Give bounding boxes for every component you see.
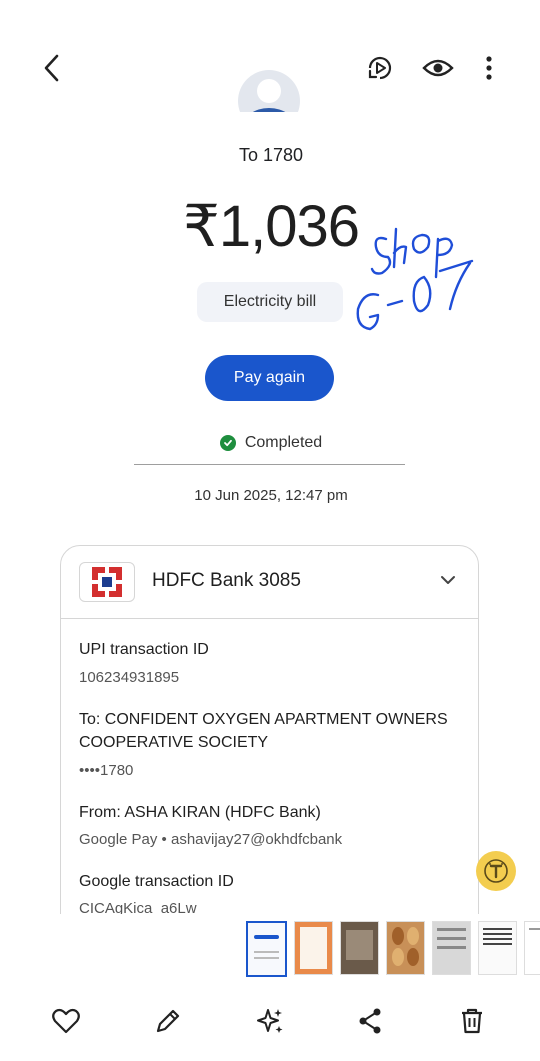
view-button[interactable] <box>420 50 456 86</box>
motion-photo-button[interactable] <box>362 50 398 86</box>
more-vertical-icon <box>486 56 492 80</box>
motion-photo-icon <box>368 56 392 80</box>
chevron-left-icon <box>44 54 59 82</box>
payment-note: Electricity bill <box>197 282 343 322</box>
bank-header[interactable]: HDFC Bank 3085 <box>61 546 478 619</box>
trash-icon <box>462 1008 482 1034</box>
thumbnail-image[interactable] <box>524 921 540 975</box>
divider <box>134 464 405 465</box>
delete-button[interactable] <box>456 1005 488 1037</box>
recipient-label: To 1780 <box>238 145 304 165</box>
upi-id-value: 106234931895 <box>79 669 180 686</box>
favorite-button[interactable] <box>50 1005 82 1037</box>
sparkle-icon <box>257 1009 283 1033</box>
pencil-icon <box>156 1009 180 1033</box>
ai-edit-button[interactable] <box>254 1005 286 1037</box>
status-text: Completed <box>244 434 323 451</box>
thumbnail-image[interactable] <box>478 921 517 975</box>
thumbnail-image[interactable] <box>432 921 471 975</box>
text-extract-button[interactable] <box>476 851 516 891</box>
back-button[interactable] <box>34 50 70 86</box>
thumbnail-image[interactable] <box>294 921 333 975</box>
edit-button[interactable] <box>152 1005 184 1037</box>
bank-details-card: HDFC Bank 3085 UPI transaction ID 106234… <box>60 545 479 914</box>
chevron-down-icon[interactable] <box>440 572 456 590</box>
pay-again-button[interactable]: Pay again <box>205 355 334 401</box>
thumbnail-image[interactable] <box>340 921 379 975</box>
thumbnail-image[interactable] <box>386 921 425 975</box>
text-scan-icon <box>484 859 508 883</box>
more-options-button[interactable] <box>471 50 507 86</box>
thumbnail-current[interactable] <box>246 921 287 977</box>
thumbnail-strip <box>246 921 540 977</box>
upi-id-label: UPI transaction ID <box>79 641 209 658</box>
to-label: To: CONFIDENT OXYGEN APARTMENT OWNERS CO… <box>79 711 448 751</box>
handwritten-annotation <box>356 227 474 331</box>
bank-name: HDFC Bank 3085 <box>152 570 301 591</box>
from-value: Google Pay • ashavijay27@okhdfcbank <box>79 831 343 848</box>
from-label: From: ASHA KIRAN (HDFC Bank) <box>79 804 321 821</box>
check-circle-icon <box>219 435 236 451</box>
share-button[interactable] <box>354 1005 386 1037</box>
transaction-datetime: 10 Jun 2025, 12:47 pm <box>194 487 348 504</box>
google-transaction-id-value: CICAgKica_a6Lw <box>79 900 197 914</box>
google-transaction-id-label: Google transaction ID <box>79 873 234 890</box>
eye-icon <box>422 59 454 77</box>
hdfc-logo-icon <box>79 562 135 602</box>
share-icon <box>359 1008 381 1034</box>
status-row: Completed <box>33 434 509 452</box>
to-account: ••••1780 <box>79 762 134 779</box>
heart-icon <box>52 1008 80 1034</box>
